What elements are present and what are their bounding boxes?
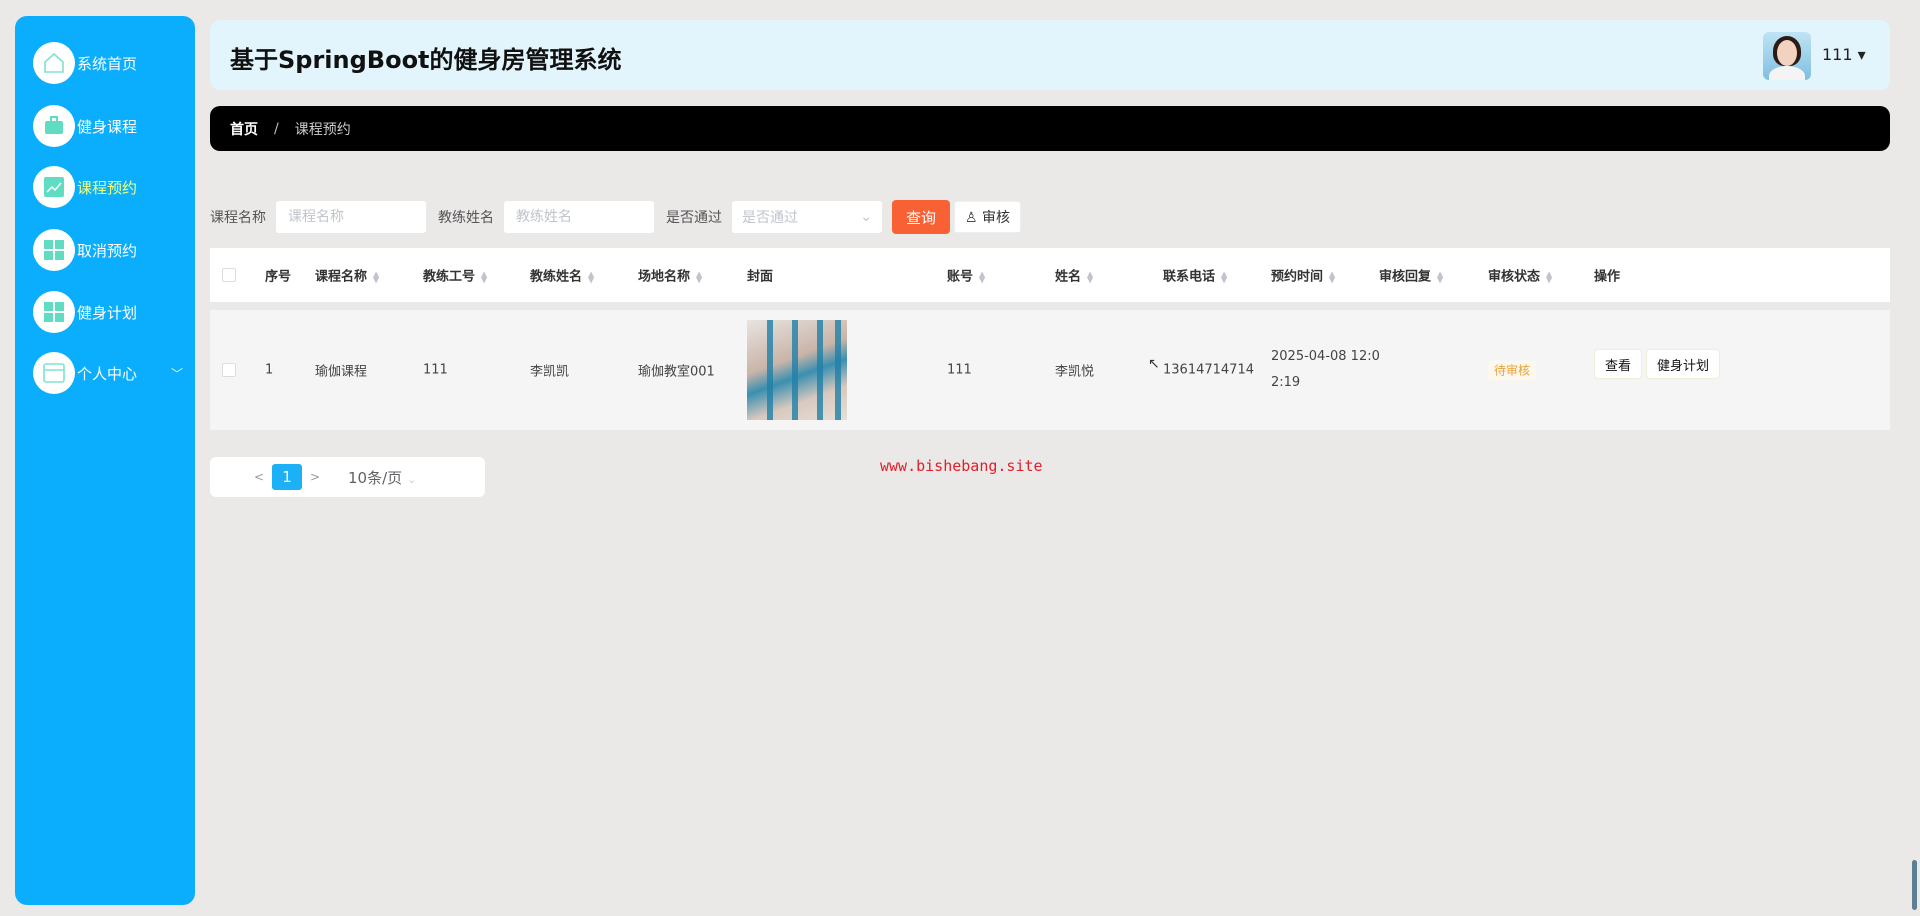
table-row: 1 瑜伽课程 111 李凯凯 瑜伽教室001 111 李凯悦 136147147… bbox=[210, 310, 1890, 430]
pass-select-placeholder: 是否通过 bbox=[742, 210, 798, 226]
query-button[interactable]: 查询 bbox=[892, 200, 951, 234]
breadcrumb-current: 课程预约 bbox=[294, 121, 351, 138]
cell-account: 111 bbox=[947, 362, 972, 378]
sidebar-item-label: 取消预约 bbox=[77, 241, 138, 260]
chevron-down-icon: ⌄ bbox=[406, 472, 417, 486]
sort-icon: ▲ ▼ bbox=[696, 269, 703, 284]
sort-icon: ▲ ▼ bbox=[1546, 269, 1553, 284]
select-all-checkbox[interactable] bbox=[222, 268, 236, 282]
header: 基于SpringBoot的健身房管理系统 111 ▾ bbox=[210, 20, 1890, 90]
column-header[interactable]: 账号 ▲ ▼ bbox=[947, 266, 985, 285]
breadcrumb-home[interactable]: 首页 bbox=[230, 119, 258, 139]
sidebar-item-label: 课程预约 bbox=[77, 178, 138, 197]
table-header: 序号 课程名称 ▲ ▼ 教练工号 ▲ ▼ 教练姓名 ▲ ▼ 场地名称 ▲ ▼ 封面 账号 ▲ ▼ 姓… bbox=[210, 248, 1890, 302]
sidebar-item-profile[interactable]: 个人中心 ﹀ bbox=[33, 351, 193, 395]
briefcase-icon bbox=[33, 105, 75, 147]
sidebar-item-courses[interactable]: 健身课程 bbox=[33, 104, 193, 148]
audit-button[interactable]: ♙ 审核 bbox=[954, 201, 1022, 233]
column-header[interactable]: 教练工号 ▲ ▼ bbox=[423, 266, 487, 285]
column-header: 封面 bbox=[747, 269, 774, 285]
breadcrumb-separator: / bbox=[274, 120, 279, 137]
grid-icon bbox=[33, 229, 75, 271]
cell-name: 李凯悦 bbox=[1055, 364, 1095, 380]
user-icon: ♙ bbox=[965, 210, 983, 226]
chevron-down-icon: ﹀ bbox=[170, 366, 183, 381]
page-title: 基于SpringBoot的健身房管理系统 bbox=[230, 46, 622, 74]
home-icon bbox=[33, 42, 75, 84]
cell-actions: 查看 健身计划 bbox=[1594, 349, 1724, 379]
row-checkbox[interactable] bbox=[222, 363, 236, 377]
sort-icon: ▲ ▼ bbox=[1437, 269, 1444, 284]
sidebar-item-label: 个人中心 bbox=[77, 364, 138, 383]
column-header[interactable]: 课程名称 ▲ ▼ bbox=[315, 266, 379, 285]
audit-label: 审核 bbox=[982, 210, 1011, 226]
pass-select[interactable]: 是否通过 ⌄ bbox=[732, 201, 882, 233]
cell-time: 2025-04-08 12:0 2:19 bbox=[1271, 349, 1380, 390]
status-badge: 待审核 bbox=[1488, 360, 1537, 381]
column-header[interactable]: 预约时间 ▲ ▼ bbox=[1271, 266, 1335, 285]
pass-label: 是否通过 bbox=[666, 210, 722, 226]
cell-venue: 瑜伽教室001 bbox=[638, 364, 715, 380]
chevron-down-icon: ⌄ bbox=[860, 209, 872, 225]
column-header: 序号 bbox=[265, 269, 292, 285]
mouse-cursor-icon: ↖ bbox=[1148, 356, 1160, 372]
sidebar-item-booking[interactable]: 课程预约 bbox=[33, 165, 193, 209]
sidebar-item-label: 系统首页 bbox=[77, 54, 138, 73]
pagination: < 1 > 10条/页 ⌄ bbox=[210, 457, 485, 497]
column-header[interactable]: 联系电话 ▲ ▼ bbox=[1163, 266, 1227, 285]
wallet-icon bbox=[33, 352, 75, 394]
cell-phone: 13614714714 bbox=[1163, 362, 1254, 378]
fitness-plan-button[interactable]: 健身计划 bbox=[1646, 349, 1721, 379]
sort-icon: ▲ ▼ bbox=[1087, 269, 1094, 284]
sidebar-item-plan[interactable]: 健身计划 bbox=[33, 290, 193, 334]
user-menu[interactable]: 111 ▾ bbox=[1822, 45, 1866, 64]
sidebar-item-home[interactable]: 系统首页 bbox=[33, 41, 193, 85]
course-name-input[interactable] bbox=[276, 201, 426, 233]
scrollbar[interactable] bbox=[1912, 860, 1917, 910]
column-header[interactable]: 姓名 ▲ ▼ bbox=[1055, 266, 1093, 285]
coach-name-label: 教练姓名 bbox=[438, 210, 494, 226]
watermark: www.bishebang.site bbox=[880, 457, 1043, 475]
sort-icon: ▲ ▼ bbox=[1221, 269, 1228, 284]
cell-coach-name: 李凯凯 bbox=[530, 364, 570, 380]
next-page-button[interactable]: > bbox=[302, 470, 328, 484]
page-size-select[interactable]: 10条/页 ⌄ bbox=[348, 467, 416, 488]
sort-icon: ▲ ▼ bbox=[373, 269, 380, 284]
grid-icon bbox=[33, 291, 75, 333]
chart-icon bbox=[33, 166, 75, 208]
avatar[interactable] bbox=[1763, 32, 1811, 80]
breadcrumb: 首页 / 课程预约 bbox=[210, 106, 1890, 151]
sidebar-item-label: 健身计划 bbox=[77, 303, 138, 322]
prev-page-button[interactable]: < bbox=[246, 470, 272, 484]
page-1-button[interactable]: 1 bbox=[272, 464, 302, 490]
column-header[interactable]: 教练姓名 ▲ ▼ bbox=[530, 266, 594, 285]
search-bar: 课程名称 教练姓名 是否通过 是否通过 ⌄ 查询 ♙ 审核 bbox=[210, 200, 1022, 234]
sidebar: 系统首页 健身课程 课程预约 取消预约 健身计划 个人中心 ﹀ bbox=[15, 16, 195, 905]
cell-index: 1 bbox=[265, 362, 274, 378]
sort-icon: ▲ ▼ bbox=[1329, 269, 1336, 284]
course-name-label: 课程名称 bbox=[210, 210, 266, 226]
sort-icon: ▲ ▼ bbox=[481, 269, 488, 284]
sidebar-item-label: 健身课程 bbox=[77, 117, 138, 136]
column-header: 操作 bbox=[1594, 269, 1621, 285]
cell-course: 瑜伽课程 bbox=[315, 364, 368, 380]
sidebar-item-cancel[interactable]: 取消预约 bbox=[33, 228, 193, 272]
column-header[interactable]: 审核状态 ▲ ▼ bbox=[1488, 266, 1552, 285]
view-button[interactable]: 查看 bbox=[1594, 349, 1643, 379]
column-header[interactable]: 场地名称 ▲ ▼ bbox=[638, 266, 702, 285]
sort-icon: ▲ ▼ bbox=[588, 269, 595, 284]
column-header[interactable]: 审核回复 ▲ ▼ bbox=[1379, 266, 1443, 285]
cell-coach-id: 111 bbox=[423, 362, 448, 378]
cover-image[interactable] bbox=[747, 320, 847, 420]
sort-icon: ▲ ▼ bbox=[979, 269, 986, 284]
coach-name-input[interactable] bbox=[504, 201, 654, 233]
